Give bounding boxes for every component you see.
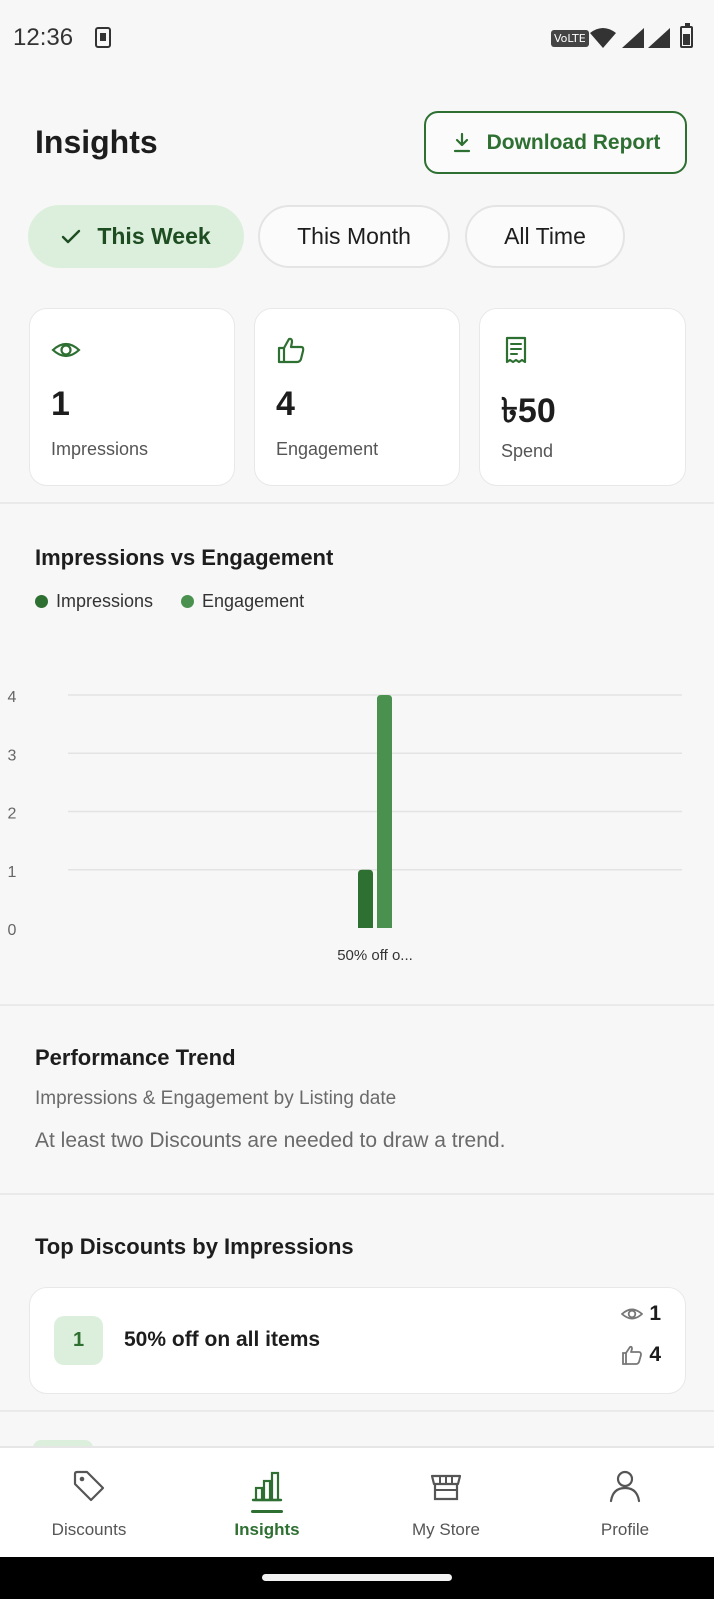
impressions-engagement-chart: 0 1 2 3 4 50% off o... xyxy=(8,689,682,964)
legend-dot-engagement xyxy=(181,595,195,608)
y-tick-label: 0 xyxy=(8,922,17,939)
status-time: 12:36 xyxy=(13,24,74,51)
tab-all-time[interactable]: All Time xyxy=(465,205,625,268)
nav-discounts[interactable]: Discounts xyxy=(0,1448,178,1559)
performance-title: Performance Trend xyxy=(35,1045,236,1070)
discount-engagement: 4 xyxy=(621,1343,661,1367)
impressions-value: 1 xyxy=(51,385,70,423)
engagement-card: 4 Engagement xyxy=(254,308,460,486)
signal-icon xyxy=(622,28,644,48)
y-tick-label: 3 xyxy=(8,747,17,764)
status-bar: 12:36 VoLTE xyxy=(0,0,714,78)
tab-this-week[interactable]: This Week xyxy=(28,205,244,268)
store-icon xyxy=(430,1474,462,1501)
rank-badge: 1 xyxy=(54,1316,103,1365)
nav-profile-label: Profile xyxy=(600,1520,650,1539)
top-discounts-title: Top Discounts by Impressions xyxy=(35,1234,354,1259)
nav-active-indicator xyxy=(251,1510,283,1513)
tab-this-month-label: This Month xyxy=(297,223,411,249)
notification-icon xyxy=(95,27,111,48)
person-icon xyxy=(609,1470,641,1503)
spend-value: ৳50 xyxy=(501,392,556,430)
legend-item-engagement: Engagement xyxy=(181,591,304,612)
volte-icon: VoLTE xyxy=(551,30,589,47)
engagement-label: Engagement xyxy=(276,439,379,459)
thumbs-up-icon xyxy=(622,1345,643,1365)
tab-all-time-label: All Time xyxy=(504,223,586,249)
receipt-icon xyxy=(505,336,527,364)
nav-discounts-label: Discounts xyxy=(51,1520,127,1539)
nav-insights[interactable]: Insights xyxy=(178,1448,356,1559)
check-icon xyxy=(62,229,81,243)
legend-dot-impressions xyxy=(35,595,48,608)
home-gesture-pill[interactable] xyxy=(262,1574,452,1581)
thumbs-up-icon xyxy=(277,337,305,364)
wifi-icon xyxy=(590,28,616,48)
eye-icon xyxy=(621,1308,644,1320)
bar-chart-icon xyxy=(251,1471,283,1502)
engagement-value: 4 xyxy=(276,385,295,423)
system-navigation-bar xyxy=(0,1557,714,1599)
y-tick-label: 4 xyxy=(8,689,17,706)
performance-subtitle: Impressions & Engagement by Listing date xyxy=(35,1088,397,1109)
discount-impressions: 1 xyxy=(621,1302,661,1326)
x-tick-label: 50% off o... xyxy=(337,947,413,964)
tab-this-week-label: This Week xyxy=(97,223,211,249)
page-title: Insights xyxy=(35,124,158,160)
signal-icon-2 xyxy=(648,28,670,48)
performance-note: At least two Discounts are needed to dra… xyxy=(35,1129,506,1152)
battery-icon xyxy=(680,23,693,48)
y-tick-label: 1 xyxy=(8,864,17,881)
tab-this-month[interactable]: This Month xyxy=(258,205,450,268)
section-divider-3 xyxy=(0,1193,714,1195)
impressions-card: 1 Impressions xyxy=(29,308,235,486)
download-report-button[interactable]: Download Report xyxy=(424,111,687,174)
nav-my-store[interactable]: My Store xyxy=(357,1448,535,1559)
legend-label-engagement: Engagement xyxy=(202,591,305,611)
nav-profile[interactable]: Profile xyxy=(536,1448,714,1559)
bar-engagement[interactable] xyxy=(377,695,392,928)
nav-insights-label: Insights xyxy=(234,1520,300,1539)
discount-list-item[interactable]: 1 50% off on all items 1 4 xyxy=(29,1287,686,1394)
bottom-navigation: Discounts Insights My Store Profile xyxy=(0,1446,714,1557)
tag-icon xyxy=(73,1470,105,1502)
legend-item-impressions: Impressions xyxy=(35,591,153,612)
chart-legend: Impressions Engagement xyxy=(35,591,304,612)
section-divider-4 xyxy=(0,1410,714,1412)
legend-label-impressions: Impressions xyxy=(56,591,154,611)
download-report-label: Download Report xyxy=(486,130,661,154)
y-tick-label: 2 xyxy=(8,806,17,823)
section-divider-2 xyxy=(0,1004,714,1006)
spend-label: Spend xyxy=(501,441,554,461)
nav-my-store-label: My Store xyxy=(411,1520,481,1539)
section-divider xyxy=(0,502,714,504)
download-icon xyxy=(453,132,470,152)
bar-impressions[interactable] xyxy=(358,869,373,928)
chart-title: Impressions vs Engagement xyxy=(35,545,334,570)
spend-card: ৳50 Spend xyxy=(479,308,686,486)
discount-impressions-value: 1 xyxy=(649,1302,661,1325)
eye-icon xyxy=(51,342,81,358)
discount-name: 50% off on all items xyxy=(124,1328,321,1351)
impressions-label: Impressions xyxy=(51,439,149,459)
discount-engagement-value: 4 xyxy=(649,1343,661,1366)
